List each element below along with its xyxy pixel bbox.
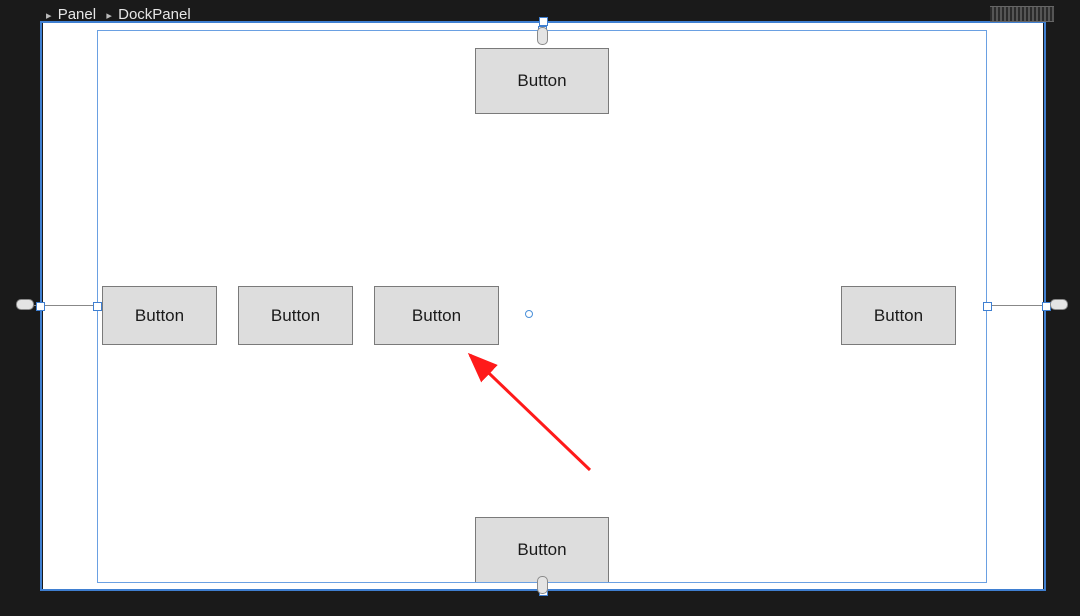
drag-handle-icon[interactable] [990,6,1054,22]
chevron-right-icon: ▸ [46,10,52,22]
button-label: Button [412,306,461,326]
breadcrumb[interactable]: ▸ Panel ▸ DockPanel [46,6,191,23]
resize-handle-top[interactable] [539,17,548,26]
margin-lock-top[interactable] [537,27,548,45]
margin-line-right [988,305,1050,306]
margin-lock-left[interactable] [16,299,34,310]
button-dock-bottom[interactable]: Button [475,517,609,583]
resize-handle-left[interactable] [36,302,45,311]
center-point-icon [525,310,533,318]
margin-lock-right[interactable] [1050,299,1068,310]
button-label: Button [874,306,923,326]
button-dock-center[interactable]: Button [374,286,499,345]
button-dock-top[interactable]: Button [475,48,609,114]
button-label: Button [135,306,184,326]
breadcrumb-dockpanel: DockPanel [118,6,191,23]
chevron-right-icon: ▸ [106,10,112,22]
inner-resize-handle-right[interactable] [983,302,992,311]
button-label: Button [517,540,566,560]
button-dock-left-1[interactable]: Button [102,286,217,345]
button-dock-right[interactable]: Button [841,286,956,345]
button-label: Button [271,306,320,326]
button-label: Button [517,71,566,91]
button-dock-left-2[interactable]: Button [238,286,353,345]
inner-resize-handle-left[interactable] [93,302,102,311]
breadcrumb-panel: Panel [58,6,96,23]
margin-lock-bottom[interactable] [537,576,548,594]
